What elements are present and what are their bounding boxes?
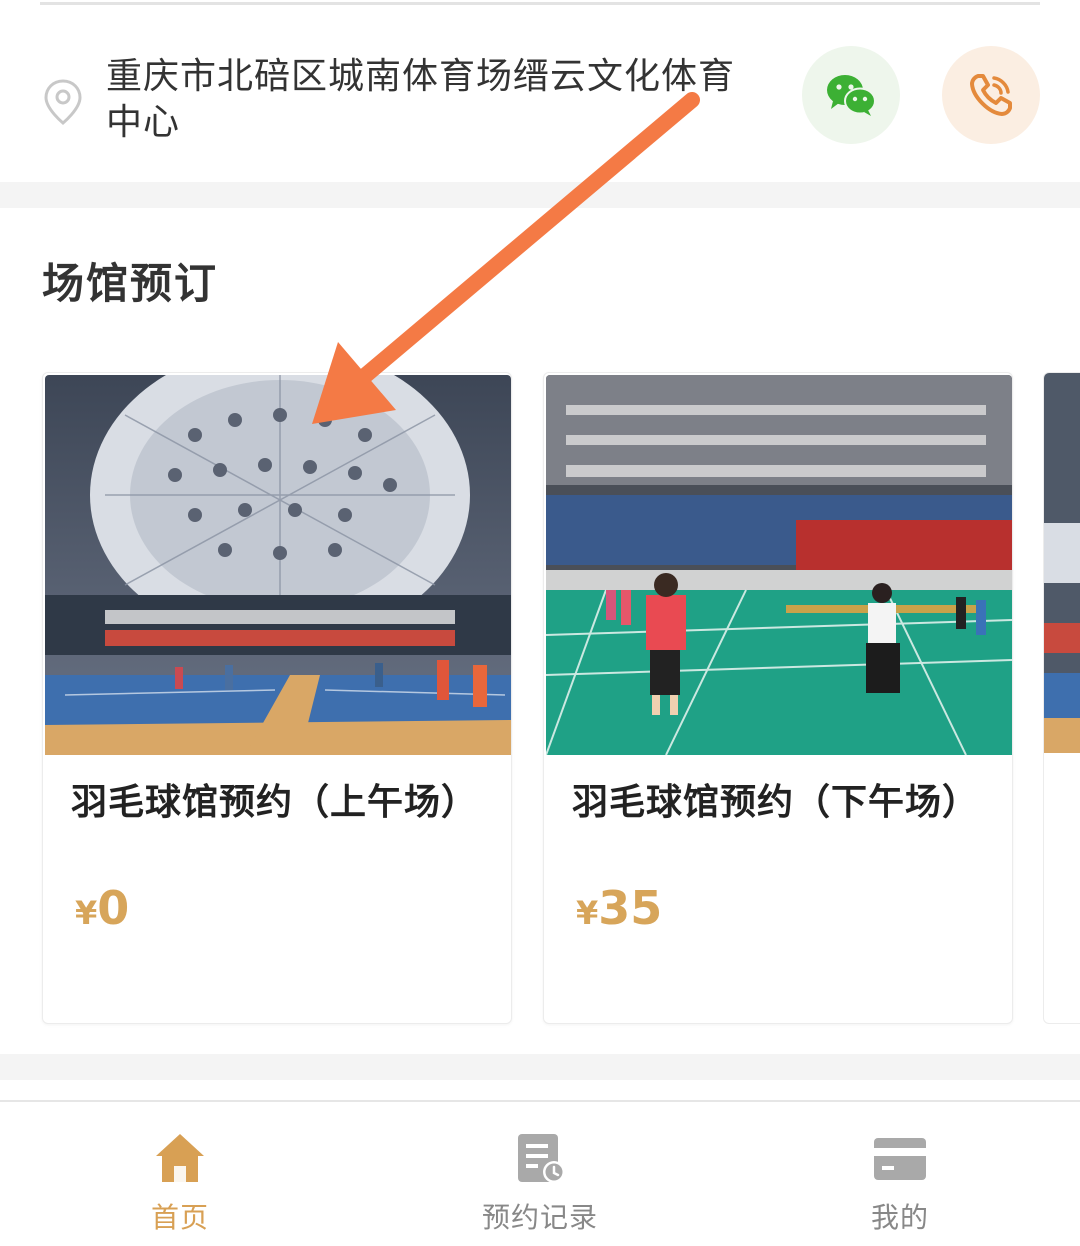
home-icon bbox=[156, 1134, 204, 1182]
venue-address-line-2: 中心 bbox=[106, 102, 181, 143]
price-value: 0 bbox=[97, 881, 130, 935]
tab-booking-records-label: 预约记录 bbox=[481, 1201, 598, 1234]
venue-photo bbox=[546, 375, 1012, 755]
location-pin-icon bbox=[44, 79, 82, 125]
venue-card-morning[interactable]: 羽毛球馆预约（上午场） ¥0 bbox=[42, 372, 512, 1024]
wechat-button[interactable] bbox=[802, 46, 900, 144]
phone-button[interactable] bbox=[942, 46, 1040, 144]
tab-mine[interactable]: 我的 bbox=[800, 1102, 1000, 1246]
venue-card-partial[interactable] bbox=[1043, 372, 1080, 1024]
venue-photo bbox=[1044, 373, 1080, 753]
venue-card-price: ¥0 bbox=[75, 881, 129, 935]
records-icon bbox=[518, 1134, 565, 1183]
phone-icon bbox=[970, 74, 1012, 116]
price-value: 35 bbox=[598, 881, 663, 935]
card-icon bbox=[874, 1138, 926, 1180]
venue-address: 重庆市北碚区城南体育场缙云文化体育 中心 bbox=[106, 54, 746, 146]
wechat-icon bbox=[827, 75, 876, 116]
venue-card-title: 羽毛球馆预约（上午场） bbox=[71, 782, 479, 823]
section-separator bbox=[0, 182, 1080, 208]
currency-symbol: ¥ bbox=[75, 894, 98, 932]
tab-home-label: 首页 bbox=[150, 1201, 209, 1234]
section-title: 场馆预订 bbox=[42, 259, 219, 308]
venue-address-line-1: 重庆市北碚区城南体育场缙云文化体育 bbox=[106, 56, 736, 97]
top-divider bbox=[40, 2, 1040, 5]
tab-mine-label: 我的 bbox=[870, 1201, 929, 1234]
tab-booking-records[interactable]: 预约记录 bbox=[440, 1102, 640, 1246]
venue-card-price: ¥35 bbox=[576, 881, 662, 935]
venue-address-row: 重庆市北碚区城南体育场缙云文化体育 中心 bbox=[0, 8, 1080, 180]
currency-symbol: ¥ bbox=[576, 894, 599, 932]
bottom-tab-bar: 首页 预约记录 我的 bbox=[0, 1100, 1080, 1246]
venue-card-title: 羽毛球馆预约（下午场） bbox=[572, 782, 980, 823]
venue-card-afternoon[interactable]: 羽毛球馆预约（下午场） ¥35 bbox=[543, 372, 1013, 1024]
venue-photo bbox=[45, 375, 511, 755]
tab-home[interactable]: 首页 bbox=[80, 1102, 280, 1246]
content-footer-band bbox=[0, 1054, 1080, 1080]
